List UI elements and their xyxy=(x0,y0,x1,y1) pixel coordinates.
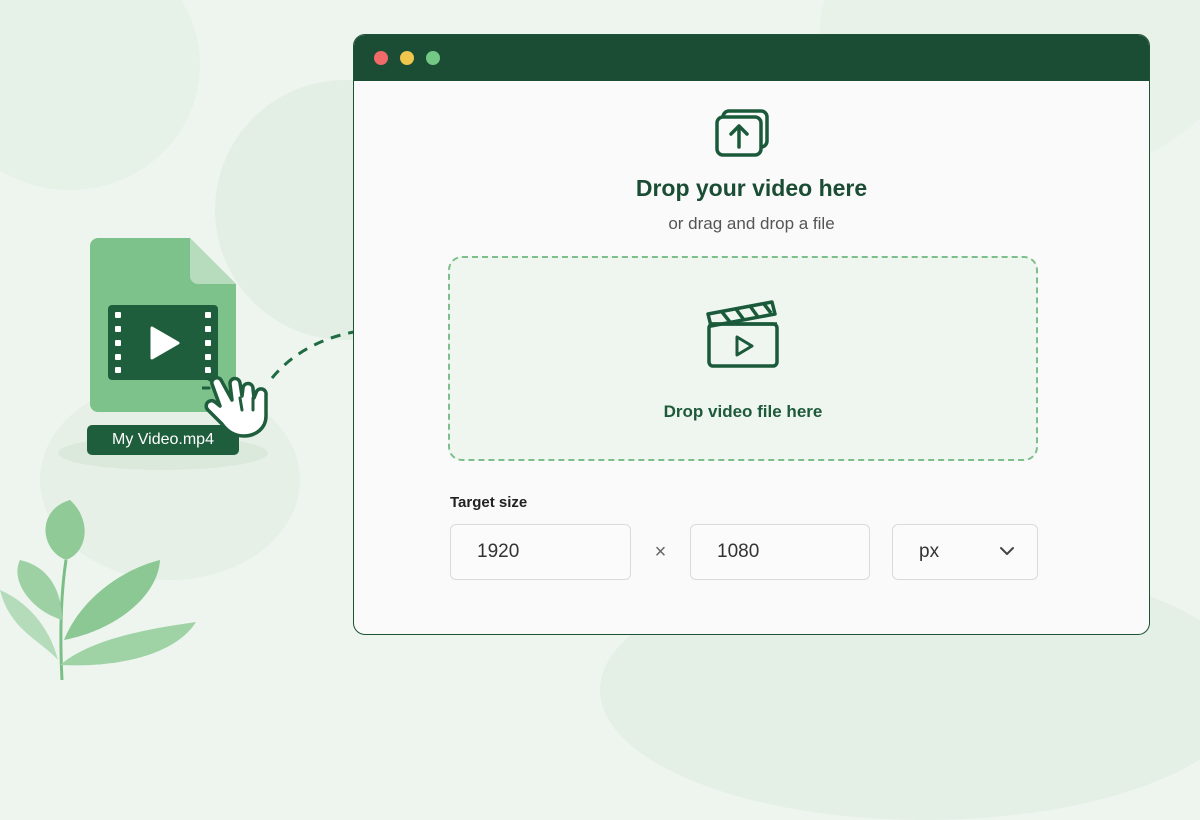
clapperboard-play-icon xyxy=(706,300,779,368)
height-input[interactable]: 1080 xyxy=(690,524,870,580)
browser-window: Drop your video here or drag and drop a … xyxy=(353,34,1150,635)
hand-cursor-icon xyxy=(202,366,268,438)
upload-title: Drop your video here xyxy=(635,175,868,201)
unit-select[interactable]: px xyxy=(892,524,1038,580)
minimize-window-button[interactable] xyxy=(400,51,414,65)
maximize-window-button[interactable] xyxy=(426,51,440,65)
dimension-separator: × xyxy=(654,541,667,563)
upload-icon xyxy=(715,109,769,157)
upload-subtitle: or drag and drop a file xyxy=(668,214,835,233)
dropzone-label: Drop video file here xyxy=(663,402,823,421)
close-window-button[interactable] xyxy=(374,51,388,65)
video-dropzone[interactable]: Drop video file here xyxy=(448,256,1038,461)
plant-decoration xyxy=(0,500,196,680)
width-input[interactable]: 1920 xyxy=(450,524,631,580)
unit-select-value: px xyxy=(919,541,940,562)
target-size-label: Target size xyxy=(450,494,528,511)
window-titlebar xyxy=(354,35,1149,81)
chevron-down-icon xyxy=(1000,547,1014,555)
